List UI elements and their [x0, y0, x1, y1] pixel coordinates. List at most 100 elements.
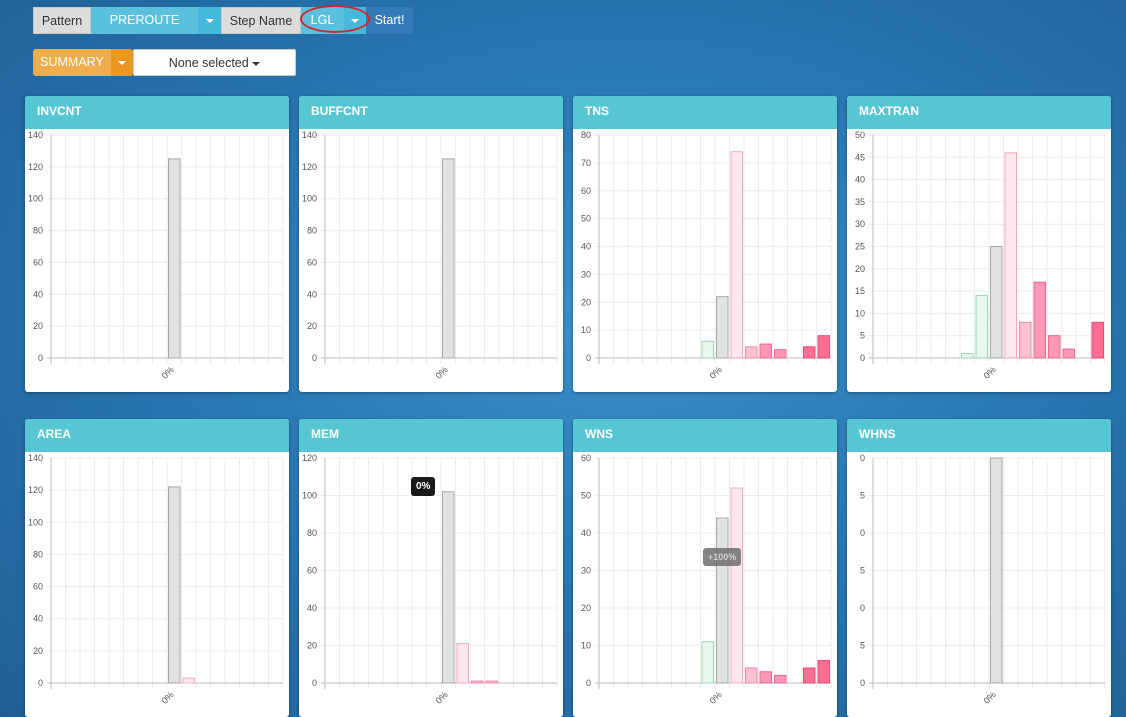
chart-bar	[774, 349, 787, 359]
panel-title: TNS	[573, 96, 837, 129]
y-tick-label: 10	[581, 641, 591, 651]
multiselect-label: None selected	[168, 56, 249, 70]
wns-tooltip: +100%	[703, 548, 742, 566]
y-tick-label: 20	[33, 321, 43, 331]
y-tick-label: 100	[28, 517, 43, 527]
y-tick-label: 15	[855, 286, 865, 296]
y-tick-label: 100	[302, 194, 317, 204]
y-tick-label: 80	[33, 549, 43, 559]
y-tick-label: 30	[581, 566, 591, 576]
pattern-caret-button[interactable]	[198, 7, 221, 34]
y-tick-label: 30	[581, 269, 591, 279]
y-tick-label: 0	[38, 678, 43, 688]
y-tick-label: 140	[302, 130, 317, 140]
chart-maxtran: 0 5 10 15 20 25 30 35 40 45 50 0%	[855, 130, 1106, 381]
y-tick-label: 10	[581, 325, 591, 335]
chart-bar	[485, 680, 498, 684]
y-tick-label: 50	[581, 491, 591, 501]
y-tick-label: 60	[581, 453, 591, 463]
chart-bar	[774, 675, 787, 684]
pattern-dropdown[interactable]: PREROUTE	[91, 7, 198, 34]
y-tick-label: 5	[860, 491, 865, 501]
y-tick-label: 20	[307, 641, 317, 651]
y-tick-label: 5	[860, 566, 865, 576]
summary-caret-button[interactable]	[111, 49, 133, 76]
chart-bar	[990, 457, 1003, 684]
chart-bar	[1004, 152, 1017, 359]
y-tick-label: 0	[38, 353, 43, 363]
chart-bar	[701, 340, 714, 359]
y-tick-label: 40	[33, 289, 43, 299]
y-tick-label: 40	[33, 614, 43, 624]
panel-title: MAXTRAN	[847, 96, 1111, 129]
y-tick-label: 120	[28, 485, 43, 495]
y-tick-label: 0	[860, 353, 865, 363]
chart-bar	[716, 517, 729, 684]
chart-bar	[456, 643, 469, 684]
y-tick-label: 100	[28, 194, 43, 204]
y-tick-label: 140	[28, 130, 43, 140]
chart-panel-wns: WNS 0 10 20 30 40 50 60 0% +100%	[573, 419, 837, 717]
chart-panel-area: AREA 0 20 40 60 80 100 120 140 0%	[25, 419, 289, 717]
y-tick-label: 40	[581, 528, 591, 538]
chart-bar	[961, 353, 974, 359]
y-tick-label: 30	[855, 219, 865, 229]
chart-bar	[1091, 321, 1104, 359]
y-tick-label: 20	[307, 321, 317, 331]
chevron-down-icon	[252, 61, 261, 66]
chart-bar	[471, 680, 484, 684]
y-tick-label: 80	[307, 528, 317, 538]
y-tick-label: 35	[855, 197, 865, 207]
y-tick-label: 0	[860, 453, 865, 463]
metric-multiselect[interactable]: None selected	[133, 49, 296, 76]
y-tick-label: 10	[855, 308, 865, 318]
panel-title: WNS	[573, 419, 837, 452]
chart-bar	[975, 295, 988, 359]
highlight-ring	[300, 5, 370, 33]
chart-buffcnt: 0 20 40 60 80 100 120 140 0%	[302, 130, 558, 381]
y-tick-label: 20	[33, 646, 43, 656]
chart-bar	[745, 346, 758, 359]
chart-bar	[716, 296, 729, 359]
panel-title: MEM	[299, 419, 563, 452]
chart-bar	[701, 641, 714, 684]
summary-button[interactable]: SUMMARY	[33, 49, 111, 76]
step-name-label: Step Name	[221, 7, 301, 34]
y-tick-label: 100	[302, 491, 317, 501]
x-tick-label: 0%	[434, 690, 450, 706]
y-tick-label: 70	[581, 158, 591, 168]
chart-panel-tns: TNS 0 10 20 30 40 50 60 70 80 0%	[573, 96, 837, 392]
chart-bar	[817, 660, 830, 684]
y-tick-label: 120	[28, 162, 43, 172]
y-tick-label: 40	[307, 289, 317, 299]
y-tick-label: 0	[860, 678, 865, 688]
chart-bar	[730, 151, 743, 359]
chart-bar	[182, 677, 195, 684]
chart-bar	[817, 335, 830, 359]
panel-title: BUFFCNT	[299, 96, 563, 129]
chart-bar	[1033, 281, 1046, 359]
chart-bar	[442, 491, 455, 684]
chart-panel-mem: MEM 0 20 40 60 80 100 120 0% 0%	[299, 419, 563, 717]
y-tick-label: 40	[581, 242, 591, 252]
mem-tooltip: 0%	[411, 477, 436, 496]
chart-panel-buffcnt: BUFFCNT 0 20 40 60 80 100 120 140 0%	[299, 96, 563, 392]
y-tick-label: 5	[860, 331, 865, 341]
chart-bar	[759, 343, 772, 359]
chart-bar	[990, 246, 1003, 359]
chart-area: 0 20 40 60 80 100 120 140 0%	[28, 453, 284, 706]
chart-bar	[730, 487, 743, 684]
x-tick-label: 0%	[434, 365, 450, 381]
chart-bar	[442, 158, 455, 359]
y-tick-label: 0	[586, 353, 591, 363]
start-button[interactable]: Start!	[366, 7, 413, 34]
y-tick-label: 20	[581, 297, 591, 307]
chevron-down-icon	[118, 60, 126, 65]
chart-wns: 0 10 20 30 40 50 60 0%	[581, 453, 832, 706]
y-tick-label: 120	[302, 453, 317, 463]
y-tick-label: 60	[307, 257, 317, 267]
chart-bar	[745, 667, 758, 684]
chart-bar	[168, 486, 181, 684]
chart-bar	[759, 671, 772, 684]
x-tick-label: 0%	[160, 690, 176, 706]
